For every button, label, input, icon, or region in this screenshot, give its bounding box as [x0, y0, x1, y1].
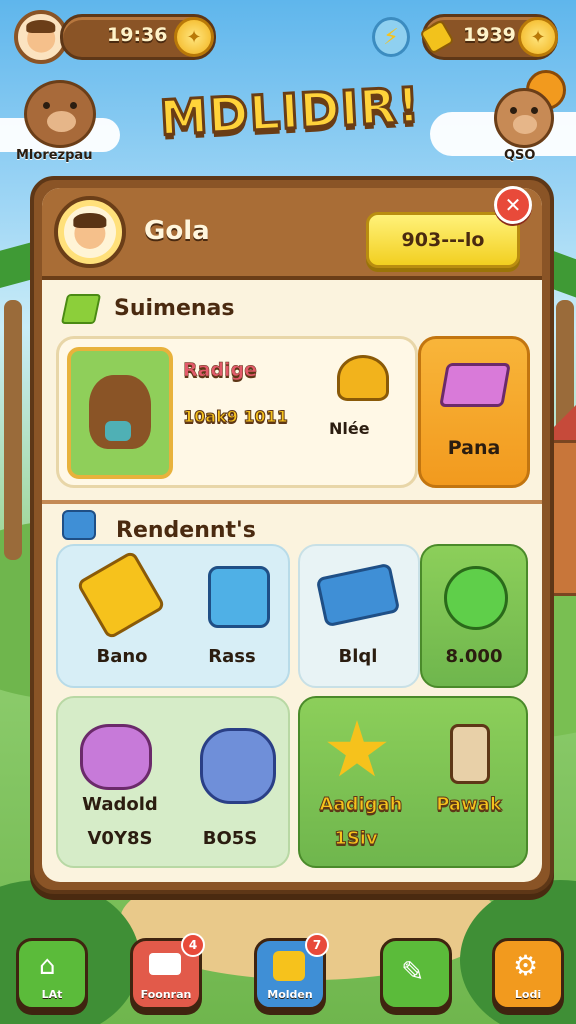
home-icon: ⌂: [39, 951, 56, 981]
brush-icon: [315, 562, 401, 628]
profile-action-button[interactable]: 903---lo: [366, 212, 520, 268]
profile-name: Gola: [144, 216, 210, 246]
coin-add-icon[interactable]: ✦: [518, 17, 558, 57]
right-character-label: QSO: [504, 148, 536, 163]
star-icon: [327, 720, 387, 777]
monster-icon: [200, 728, 276, 804]
item-label-aadigah: Aadigah: [319, 794, 403, 816]
side-label: Pana: [447, 437, 501, 459]
left-character-label: Mlorezpau: [16, 148, 93, 163]
nav-home-button[interactable]: ⌂ LAt: [16, 938, 88, 1010]
item-sub-1siv: 1Siv: [334, 828, 378, 850]
compass-icon: [208, 566, 270, 628]
item-card[interactable]: Wadold V0Y8S BO5S: [56, 696, 290, 868]
mail-icon: [149, 953, 181, 975]
timer-value: 19:36: [107, 24, 168, 46]
panel-body: Gola 903---lo Suimenas Radige 10ak9 1011…: [42, 188, 542, 882]
nav-map-button[interactable]: ✎: [380, 938, 452, 1010]
featured-stat: 10ak9 1011: [183, 407, 289, 427]
energy-bolt-icon[interactable]: ⚡: [372, 17, 410, 57]
bear-portrait: [67, 347, 173, 479]
close-button[interactable]: ✕: [494, 186, 532, 224]
otter-character-icon: [24, 80, 96, 148]
green-cube-icon: [60, 294, 102, 324]
nav-mail-button[interactable]: Foonran 4: [130, 933, 205, 1010]
divider: [42, 500, 542, 504]
avatar-hair: [26, 20, 56, 34]
item-card[interactable]: Blql: [298, 544, 420, 688]
item-label-bano: Bano: [96, 646, 148, 667]
creature-icon: [80, 724, 152, 790]
bottle-icon: [450, 724, 490, 784]
item-card[interactable]: Aadigah 1Siv Pawak: [298, 696, 528, 868]
item-label-pawak: Pawak: [436, 794, 503, 816]
nav-settings-button[interactable]: ⚙ Lodi: [492, 938, 564, 1010]
main-panel: Gola 903---lo Suimenas Radige 10ak9 1011…: [30, 176, 554, 894]
profile-header: Gola 903---lo: [42, 188, 542, 280]
item-label-rass: Rass: [208, 646, 256, 667]
table-icon: [439, 363, 511, 407]
pencil-icon: [75, 549, 167, 641]
side-card[interactable]: Pana: [418, 336, 530, 488]
potion-icon: [105, 421, 131, 441]
item-label-wadold: Wadold: [82, 794, 158, 815]
palm-tree: [4, 300, 22, 560]
section-1-title: Suimenas: [114, 296, 235, 321]
section-2-title: Rendennt's: [116, 518, 256, 543]
nav-badge: 4: [181, 933, 205, 957]
featured-name: Radige: [183, 359, 258, 382]
monkey-character-icon: [494, 88, 554, 148]
item-card[interactable]: 8.000: [420, 544, 528, 688]
item-card[interactable]: Bano Rass: [56, 544, 290, 688]
mushroom-icon: [337, 355, 389, 401]
profile-avatar[interactable]: [54, 196, 126, 268]
nav-shop-button[interactable]: Molden 7: [254, 933, 329, 1010]
nav-label: Molden: [267, 988, 313, 1001]
nav-label: LAt: [41, 988, 63, 1001]
item-label-blql: Blql: [338, 646, 378, 667]
featured-card[interactable]: Radige 10ak9 1011 Nlée: [56, 336, 418, 488]
item-price: 8.000: [445, 646, 503, 667]
nav-label: Lodi: [514, 988, 542, 1001]
chat-bubble-icon: [444, 566, 508, 630]
item-sub-voy8s: V0Y8S: [87, 828, 153, 849]
item-sub-bo5s: BO5S: [202, 828, 258, 849]
nav-label: Foonran: [140, 988, 192, 1001]
timer-add-icon[interactable]: ✦: [174, 17, 214, 57]
nav-badge: 7: [305, 933, 329, 957]
item-label: Nlée: [329, 419, 370, 438]
settings-icon: ⚙: [513, 949, 539, 982]
coins-value: 1939: [463, 24, 516, 46]
map-icon: ✎: [401, 955, 425, 988]
shop-icon: [273, 951, 305, 981]
book-icon: [62, 510, 96, 540]
